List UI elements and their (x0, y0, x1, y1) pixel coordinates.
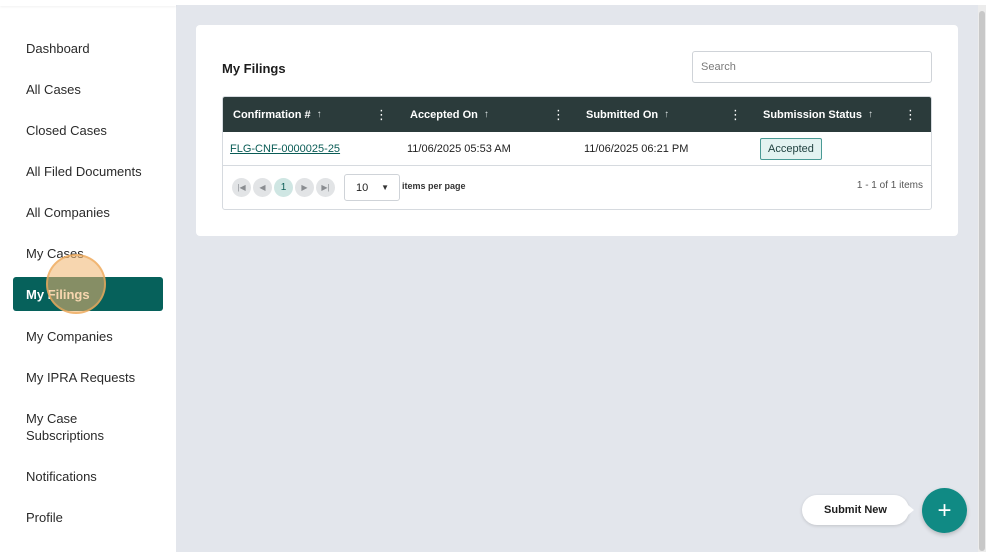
plus-icon: + (937, 496, 952, 524)
sidebar-item-label: All Cases (26, 82, 81, 97)
sidebar-item-my-filings[interactable]: My Filings (13, 277, 163, 311)
column-menu-icon[interactable]: ⋮ (729, 107, 742, 123)
sort-arrow-icon: ↑ (664, 109, 670, 120)
pager-count: 1 - 1 of 1 items (856, 180, 923, 191)
sidebar-item-label: My Case Subscriptions (26, 411, 105, 443)
column-menu-icon[interactable]: ⋮ (904, 107, 917, 123)
pagination: |◀ ◀ 1 ▶ ▶| 10 ▼ items per page 1 - 1 of… (223, 166, 931, 209)
sidebar-item-all-filed-documents[interactable]: All Filed Documents (13, 163, 163, 180)
column-header-accepted-on[interactable]: Accepted On ↑ (410, 97, 489, 132)
prev-page-icon[interactable]: ◀ (253, 178, 272, 197)
column-header-confirmation[interactable]: Confirmation # ↑ (233, 97, 322, 132)
page-size-select[interactable]: 10 ▼ (344, 174, 400, 201)
page-scrollbar[interactable] (978, 5, 986, 552)
last-page-icon[interactable]: ▶| (316, 178, 335, 197)
column-menu-icon[interactable]: ⋮ (552, 107, 565, 123)
filings-table: Confirmation # ↑ ⋮ Accepted On ↑ ⋮ Submi… (222, 96, 932, 210)
scrollbar-thumb[interactable] (979, 11, 985, 551)
sidebar-item-label: My Cases (26, 246, 84, 261)
submit-new-button[interactable]: + (922, 488, 967, 533)
sidebar-item-label: Closed Cases (26, 123, 107, 138)
sidebar-item-label: Notifications (26, 469, 97, 484)
confirmation-cell: FLG-CNF-0000025-25 (230, 132, 340, 166)
sidebar-item-my-case-subscriptions[interactable]: My Case Subscriptions (13, 410, 123, 444)
sidebar-item-all-companies[interactable]: All Companies (13, 204, 163, 221)
status-badge: Accepted (760, 138, 822, 160)
accepted-on-cell: 11/06/2025 05:53 AM (407, 143, 511, 155)
table-header: Confirmation # ↑ ⋮ Accepted On ↑ ⋮ Submi… (223, 97, 931, 132)
column-header-submitted-on[interactable]: Submitted On ↑ (586, 97, 669, 132)
submit-new-text: Submit New (824, 504, 887, 516)
column-menu-icon[interactable]: ⋮ (375, 107, 388, 123)
header-strip (176, 0, 986, 5)
items-per-page-label: items per page (402, 181, 466, 191)
sort-arrow-icon: ↑ (316, 109, 322, 120)
column-header-submission-status[interactable]: Submission Status ↑ (763, 97, 873, 132)
sidebar-item-label: My IPRA Requests (26, 370, 136, 385)
column-header-label: Accepted On (410, 108, 478, 121)
sidebar-item-notifications[interactable]: Notifications (13, 468, 163, 485)
first-page-icon[interactable]: |◀ (232, 178, 251, 197)
sidebar-item-label: All Companies (26, 205, 110, 220)
search-input[interactable] (692, 51, 932, 83)
sidebar-item-label: Dashboard (26, 41, 90, 56)
sidebar-item-label: Profile (26, 510, 63, 525)
sort-arrow-icon: ↑ (868, 109, 874, 120)
sidebar-top-edge (0, 0, 176, 6)
sidebar-item-my-ipra-requests[interactable]: My IPRA Requests (13, 369, 163, 386)
column-header-label: Submitted On (586, 108, 659, 121)
table-row: FLG-CNF-0000025-25 11/06/2025 05:53 AM 1… (223, 132, 931, 166)
filings-card: My Filings Confirmation # ↑ ⋮ Accepted O… (196, 25, 958, 236)
confirmation-link[interactable]: FLG-CNF-0000025-25 (230, 143, 340, 155)
page-number-button[interactable]: 1 (274, 178, 293, 197)
sidebar-item-profile[interactable]: Profile (13, 509, 163, 526)
sidebar-item-closed-cases[interactable]: Closed Cases (13, 122, 163, 139)
sidebar: Dashboard All Cases Closed Cases All Fil… (0, 0, 176, 552)
sort-arrow-icon: ↑ (483, 109, 489, 120)
page-size-value: 10 (356, 181, 369, 194)
sidebar-item-all-cases[interactable]: All Cases (13, 81, 163, 98)
sidebar-item-dashboard[interactable]: Dashboard (13, 40, 163, 57)
column-header-label: Confirmation # (233, 108, 311, 121)
column-header-label: Submission Status (763, 108, 863, 121)
next-page-icon[interactable]: ▶ (295, 178, 314, 197)
sidebar-item-my-cases[interactable]: My Cases (13, 245, 163, 262)
sidebar-item-label: My Filings (26, 286, 90, 302)
sidebar-item-label: All Filed Documents (26, 164, 142, 179)
submitted-on-cell: 11/06/2025 06:21 PM (584, 143, 689, 155)
status-cell: Accepted (760, 132, 822, 166)
sidebar-item-label: My Companies (26, 329, 113, 344)
submit-new-label[interactable]: Submit New (802, 495, 914, 525)
caret-down-icon: ▼ (381, 183, 389, 192)
sidebar-item-my-companies[interactable]: My Companies (13, 328, 163, 345)
page-title: My Filings (222, 61, 286, 76)
